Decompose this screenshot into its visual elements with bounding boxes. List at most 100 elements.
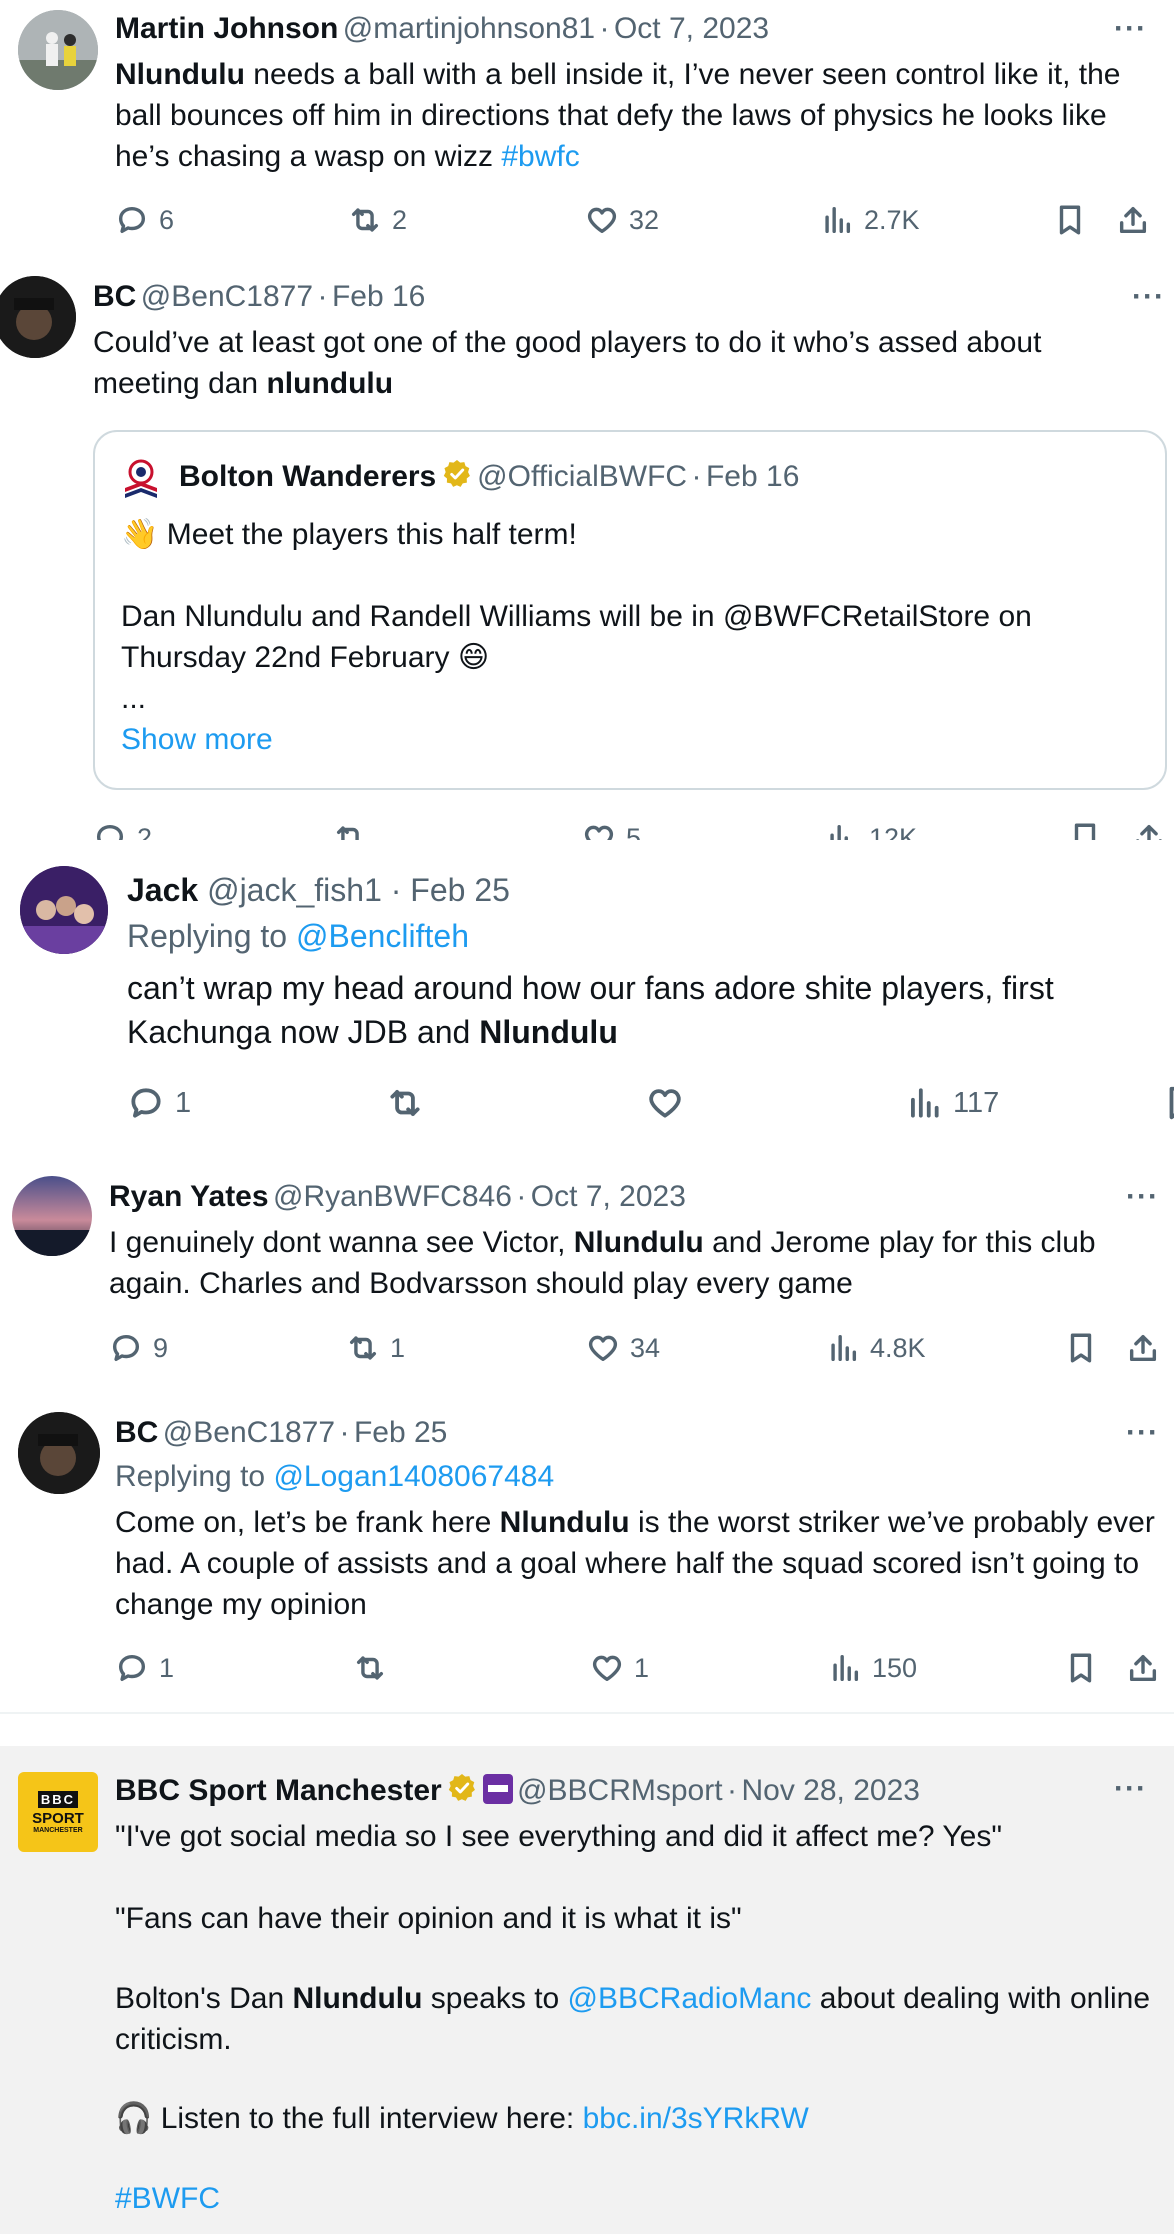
- bookmark-icon: [1169, 1086, 1174, 1120]
- like-count: 34: [630, 1332, 661, 1363]
- views-icon: [833, 1654, 859, 1682]
- share-button[interactable]: [1126, 1328, 1160, 1368]
- show-more-link[interactable]: Show more: [121, 719, 1131, 760]
- retweet-button[interactable]: [386, 1083, 424, 1123]
- reply-count: 6: [159, 204, 175, 235]
- separator-dot: ·: [317, 280, 328, 313]
- heart-icon: [649, 1089, 681, 1118]
- reply-button[interactable]: 2: [93, 818, 152, 840]
- highlighted-keyword: Nlundulu: [499, 1506, 630, 1539]
- reply-button[interactable]: 1: [115, 1648, 174, 1688]
- view-count: 150: [872, 1652, 918, 1683]
- separator-dot: ·: [727, 1774, 738, 1807]
- reply-button[interactable]: 9: [109, 1328, 168, 1368]
- retweet-icon: [390, 1090, 420, 1116]
- like-button[interactable]: 32: [585, 200, 659, 240]
- like-button[interactable]: 1: [590, 1648, 649, 1688]
- more-options-button[interactable]: ···: [1114, 12, 1147, 46]
- more-options-button[interactable]: ···: [1126, 1416, 1159, 1450]
- more-options-button[interactable]: ···: [1126, 1180, 1159, 1214]
- bookmark-button[interactable]: [1064, 1648, 1098, 1688]
- tweet-date[interactable]: Feb 16: [332, 280, 425, 313]
- share-button[interactable]: [1126, 1648, 1160, 1688]
- bookmark-button[interactable]: [1064, 1328, 1098, 1368]
- quoted-line-2: Dan Nlundulu and Randell Williams will b…: [121, 600, 1032, 674]
- hashtag-link[interactable]: #BWFC: [115, 2178, 1160, 2219]
- avatar[interactable]: [18, 10, 98, 90]
- inline-link[interactable]: #bwfc: [501, 140, 579, 173]
- author-name[interactable]: Ryan Yates: [109, 1180, 269, 1213]
- quoted-tweet-text: 👋 Meet the players this half term! Dan N…: [121, 514, 1131, 760]
- reply-button[interactable]: 6: [115, 200, 174, 240]
- tweet-actions-clipped: 2 5 12K: [0, 818, 1174, 840]
- tweet-date[interactable]: Oct 7, 2023: [531, 1180, 686, 1213]
- author-handle[interactable]: @martinjohnson81: [343, 12, 595, 45]
- author-name[interactable]: Martin Johnson: [115, 12, 338, 45]
- avatar[interactable]: [18, 1412, 100, 1494]
- author-name[interactable]: BC: [115, 1416, 158, 1449]
- more-options-button[interactable]: ···: [1132, 280, 1165, 314]
- interview-link[interactable]: bbc.in/3sYRkRW: [583, 2102, 809, 2135]
- views-button[interactable]: 150: [828, 1648, 917, 1688]
- author-handle[interactable]: @BenC1877: [163, 1416, 335, 1449]
- views-button[interactable]: 4.8K: [826, 1328, 926, 1368]
- avatar[interactable]: [20, 866, 108, 954]
- quoted-tweet-date[interactable]: Feb 16: [706, 460, 799, 493]
- bbc-affiliate-badge-icon: [482, 1774, 513, 1804]
- view-count: 12K: [869, 822, 918, 841]
- tweet-date[interactable]: Oct 7, 2023: [614, 12, 769, 45]
- reply-count: 2: [137, 822, 153, 841]
- author-name[interactable]: Jack: [127, 872, 198, 908]
- tweet-6[interactable]: BBC SPORT MANCHESTER BBC Sport Mancheste…: [0, 1746, 1174, 2234]
- highlighted-keyword: Nlundulu: [115, 58, 245, 91]
- views-button[interactable]: 117: [905, 1083, 999, 1123]
- avatar[interactable]: BBC SPORT MANCHESTER: [18, 1772, 98, 1852]
- paragraph-3: Bolton's Dan Nlundulu speaks to @BBCRadi…: [115, 1978, 1160, 2060]
- replying-to-handle[interactable]: @Benclifteh: [296, 918, 469, 954]
- heart-icon: [587, 207, 617, 234]
- author-handle[interactable]: @BBCRMsport: [517, 1774, 723, 1807]
- avatar[interactable]: [0, 276, 76, 358]
- quoted-tweet[interactable]: Bolton Wanderers @OfficialBWFC · Feb 16 …: [93, 430, 1167, 790]
- like-button[interactable]: 5: [582, 818, 641, 840]
- bookmark-button[interactable]: [1162, 1083, 1174, 1123]
- separator-dot: ·: [516, 1180, 527, 1213]
- quoted-author-handle[interactable]: @OfficialBWFC: [477, 460, 687, 493]
- retweet-button[interactable]: 1: [346, 1328, 405, 1368]
- author-handle[interactable]: @RyanBWFC846: [273, 1180, 512, 1213]
- reply-count: 1: [159, 1652, 175, 1683]
- retweet-icon: [351, 208, 379, 232]
- views-button[interactable]: 12K: [825, 818, 917, 840]
- bookmark-button[interactable]: [1053, 200, 1087, 240]
- retweet-button[interactable]: 2: [348, 200, 407, 240]
- tweet-date[interactable]: Nov 28, 2023: [741, 1774, 919, 1807]
- like-button[interactable]: 34: [586, 1328, 660, 1368]
- waving-hand-emoji: 👋: [121, 518, 159, 551]
- reply-button[interactable]: 1: [127, 1083, 191, 1123]
- views-button[interactable]: 2.7K: [820, 200, 920, 240]
- author-handle[interactable]: @BenC1877: [141, 280, 313, 313]
- replying-to-handle[interactable]: @Logan1408067484: [273, 1460, 554, 1493]
- more-options-button[interactable]: ···: [1114, 1772, 1147, 1806]
- tweet-text: Nlundulu needs a ball with a bell inside…: [115, 54, 1160, 177]
- tweet-date[interactable]: Feb 25: [410, 872, 510, 908]
- author-handle[interactable]: @jack_fish1: [207, 872, 382, 908]
- paragraph-2: "Fans can have their opinion and it is w…: [115, 1902, 742, 1935]
- bookmark-button[interactable]: [1068, 818, 1102, 840]
- retweet-button[interactable]: [333, 818, 367, 840]
- tweet-date[interactable]: Feb 25: [354, 1416, 447, 1449]
- share-button[interactable]: [1116, 200, 1150, 240]
- share-button[interactable]: [1132, 818, 1166, 840]
- headphones-emoji: 🎧: [115, 2102, 153, 2135]
- quoted-author-name[interactable]: Bolton Wanderers: [179, 460, 436, 493]
- retweet-button[interactable]: [353, 1648, 387, 1688]
- verified-badge-icon: [441, 458, 473, 490]
- author-name[interactable]: BBC Sport Manchester: [115, 1774, 442, 1807]
- inline-link[interactable]: @BBCRadioManc: [568, 1982, 812, 2015]
- avatar-region-text: MANCHESTER: [33, 1826, 83, 1834]
- like-button[interactable]: [646, 1083, 684, 1123]
- text-run: Come on, let’s be frank here: [115, 1506, 500, 1539]
- avatar[interactable]: [12, 1176, 92, 1256]
- author-name[interactable]: BC: [93, 280, 136, 313]
- share-icon: [1136, 824, 1162, 840]
